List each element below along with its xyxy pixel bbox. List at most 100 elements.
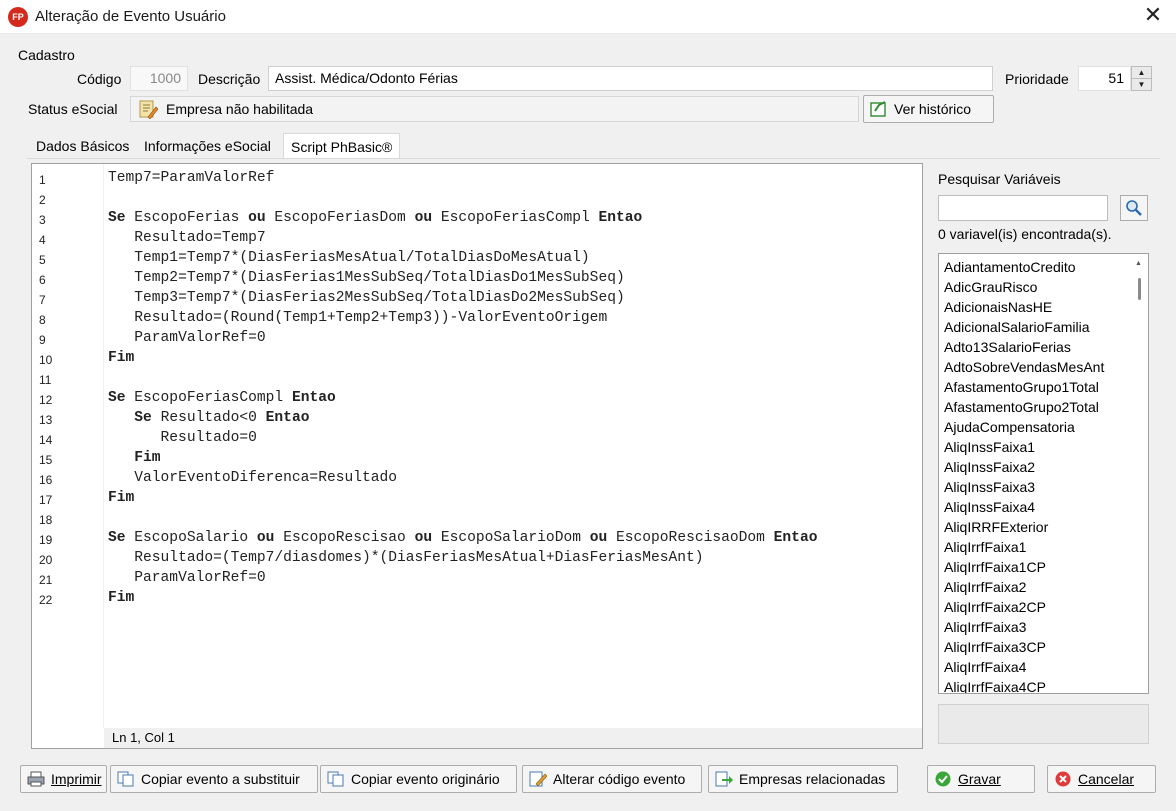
close-icon[interactable]: ✕ [1130,0,1176,32]
descricao-input[interactable]: Assist. Médica/Odonto Férias [268,66,993,91]
variable-list-item[interactable]: Adto13SalarioFerias [944,337,1071,357]
copiar-evento-originario-button[interactable]: Copiar evento originário [320,765,517,793]
variable-list-item[interactable]: AjudaCompensatoria [944,417,1075,437]
code-line[interactable]: Fim [108,488,134,508]
variable-description-box [938,704,1149,744]
variable-list-item[interactable]: AliqInssFaixa4 [944,497,1035,517]
ver-historico-button[interactable]: Ver histórico [863,95,994,123]
variable-list-item[interactable]: AliqIrrfFaixa2 [944,577,1026,597]
code-line[interactable]: Se EscopoFerias ou EscopoFeriasDom ou Es… [108,208,642,228]
code-line[interactable]: Temp2=Temp7*(DiasFerias1MesSubSeq/TotalD… [108,268,624,288]
code-line[interactable]: Temp7=ParamValorRef [108,168,274,188]
window-title: Alteração de Evento Usuário [35,8,226,25]
tab-informacoes-esocial[interactable]: Informações eSocial [137,133,278,159]
scroll-thumb[interactable] [1138,278,1141,300]
status-esocial-label: Status eSocial [28,101,118,117]
search-button[interactable] [1120,195,1148,221]
variable-list-item[interactable]: AliqIRRFExterior [944,517,1048,537]
code-line[interactable]: ValorEventoDiferenca=Resultado [108,468,397,488]
variable-list-item[interactable]: AdicionaisNasHE [944,297,1052,317]
edit-document-icon [529,771,547,787]
code-line[interactable]: Resultado=0 [108,428,257,448]
tab-dados-basicos[interactable]: Dados Básicos [29,133,136,159]
code-line[interactable]: Se Resultado<0 Entao [108,408,309,428]
code-line[interactable]: Resultado=(Round(Temp1+Temp2+Temp3))-Val… [108,308,607,328]
status-esocial-value: Empresa não habilitada [166,101,314,117]
scroll-up-icon[interactable]: ▲ [1135,260,1142,267]
tab-divider [27,158,1160,159]
line-number: 6 [39,273,46,287]
variable-list-item[interactable]: AdtoSobreVendasMesAnt [944,357,1104,377]
descricao-label: Descrição [198,71,261,87]
code-line[interactable]: Resultado=(Temp7/diasdomes)*(DiasFeriasM… [108,548,703,568]
variable-list-item[interactable]: AliqIrrfFaixa3 [944,617,1026,637]
imprimir-button[interactable]: Imprimir [20,765,107,793]
pesquisar-variaveis-label: Pesquisar Variáveis [938,171,1061,187]
line-number: 14 [39,433,53,447]
variable-list-scrollbar[interactable]: ▲ [1130,254,1148,693]
cancel-icon [1055,771,1071,787]
line-number-gutter: 1 2 3 4 5 6 7 8 9 10 11 12 13 14 15 16 17 18 19 20 21 22 [32,164,104,728]
status-esocial-box: Empresa não habilitada [130,96,859,122]
alterar-codigo-evento-button[interactable]: Alterar código evento [522,765,702,793]
variable-list-item[interactable]: AfastamentoGrupo1Total [944,377,1099,397]
line-number: 11 [39,373,52,387]
copy-icon [327,771,344,787]
variable-list-item[interactable]: AdicionalSalarioFamilia [944,317,1090,337]
variable-list-item[interactable]: AfastamentoGrupo2Total [944,397,1099,417]
line-number: 2 [39,193,46,207]
variable-list-item[interactable]: AliqInssFaixa1 [944,437,1035,457]
line-number: 17 [39,493,53,507]
copiar-evento-substituir-label: Copiar evento a substituir [141,771,300,787]
line-number: 4 [39,233,46,247]
prioridade-stepper[interactable]: ▲ ▼ [1131,66,1152,91]
line-number: 3 [39,213,46,227]
stepper-down-icon[interactable]: ▼ [1132,79,1151,91]
variable-count-text: 0 variavel(is) encontrada(s). [938,226,1112,242]
code-line[interactable]: Temp3=Temp7*(DiasFerias2MesSubSeq/TotalD… [108,288,624,308]
prioridade-input[interactable]: 51 [1078,66,1131,91]
variable-list-item[interactable]: AliqInssFaixa3 [944,477,1035,497]
search-icon [1126,200,1142,216]
line-number: 8 [39,313,46,327]
variable-list-item[interactable]: AdicGrauRisco [944,277,1037,297]
document-edit-icon [139,100,158,119]
variable-list-item[interactable]: AliqIrrfFaixa4 [944,657,1026,677]
gravar-label: Gravar [958,771,1001,787]
tab-script-phbasic[interactable]: Script PhBasic® [283,133,401,159]
code-line[interactable]: ParamValorRef=0 [108,568,265,588]
variable-list-item[interactable]: AdiantamentoCredito [944,257,1076,277]
code-area[interactable]: Temp7=ParamValorRef Se EscopoFerias ou Es… [104,164,922,728]
variable-list-item[interactable]: AliqInssFaixa2 [944,457,1035,477]
code-line[interactable]: Fim [108,348,134,368]
copiar-evento-substituir-button[interactable]: Copiar evento a substituir [110,765,318,793]
code-line[interactable]: Fim [108,448,160,468]
code-line[interactable]: Fim [108,588,134,608]
variable-list-item[interactable]: AliqIrrfFaixa1 [944,537,1026,557]
codigo-field: 1000 [130,66,188,91]
variable-list-item[interactable]: AliqIrrfFaixa3CP [944,637,1046,657]
ver-historico-label: Ver histórico [894,101,972,117]
stepper-up-icon[interactable]: ▲ [1132,67,1151,79]
gravar-button[interactable]: Gravar [927,765,1035,793]
editor-status-bar: Ln 1, Col 1 [104,728,922,748]
variable-list-item[interactable]: AliqIrrfFaixa1CP [944,557,1046,577]
code-line[interactable]: ParamValorRef=0 [108,328,265,348]
code-line[interactable]: Se EscopoFeriasCompl Entao [108,388,336,408]
empresas-relacionadas-button[interactable]: Empresas relacionadas [708,765,898,793]
cancelar-button[interactable]: Cancelar [1047,765,1156,793]
code-line[interactable]: Se EscopoSalario ou EscopoRescisao ou Es… [108,528,817,548]
printer-icon [27,771,45,787]
line-number: 13 [39,413,53,427]
variable-list[interactable]: ▲ AdiantamentoCredito AdicGrauRisco Adicio… [938,253,1149,694]
line-number: 1 [39,173,46,187]
variable-list-item[interactable]: AliqIrrfFaixa2CP [944,597,1046,617]
script-editor[interactable]: 1 2 3 4 5 6 7 8 9 10 11 12 13 14 15 16 17 18 19 20 21 22 Temp… [31,163,923,749]
line-number: 20 [39,553,53,567]
imprimir-label: Imprimir [51,771,102,787]
code-line[interactable]: Resultado=Temp7 [108,228,265,248]
app-logo-icon: FP [8,7,28,27]
code-line[interactable]: Temp1=Temp7*(DiasFeriasMesAtual/TotalDia… [108,248,589,268]
variable-list-item[interactable]: AliqIrrfFaixa4CP [944,677,1046,693]
variable-search-input[interactable] [938,195,1108,221]
